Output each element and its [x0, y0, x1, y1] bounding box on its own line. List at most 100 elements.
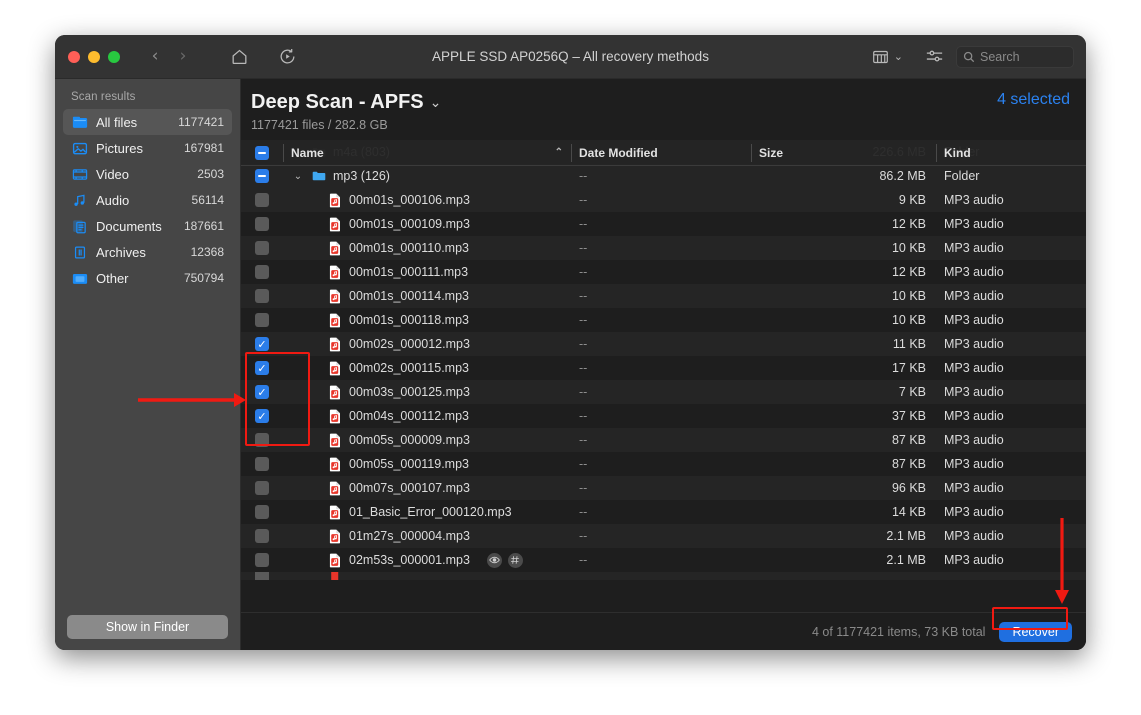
row-name: 00m03s_000125.mp3 — [349, 385, 470, 399]
checkbox-icon[interactable] — [255, 193, 269, 207]
chevron-left-icon: ‹ — [151, 46, 159, 66]
table-row[interactable]: ✓ 00m04s_000112.mp3 -- 37 KB MP3 audio — [241, 404, 1086, 428]
select-all-checkbox[interactable] — [241, 140, 283, 166]
row-date: -- — [579, 433, 588, 447]
chevron-down-icon: ⌄ — [429, 94, 442, 110]
checkbox-icon[interactable] — [255, 265, 269, 279]
checkbox-icon[interactable] — [255, 433, 269, 447]
sidebar-item-all-files[interactable]: All files 1177421 — [63, 109, 232, 135]
hash-icon[interactable] — [507, 552, 523, 568]
checkbox-mixed-icon[interactable] — [255, 145, 269, 160]
column-header-name[interactable]: Name ⌃ — [283, 140, 571, 166]
rescan-button[interactable] — [272, 43, 302, 71]
row-checkbox[interactable] — [241, 308, 283, 332]
row-kind: MP3 audio — [944, 217, 1004, 231]
close-icon[interactable] — [68, 50, 80, 63]
row-checkbox[interactable] — [241, 572, 283, 580]
row-checkbox[interactable] — [241, 236, 283, 260]
row-checkbox[interactable] — [241, 260, 283, 284]
table-row[interactable]: ✓ 00m02s_000115.mp3 -- 17 KB MP3 audio — [241, 356, 1086, 380]
minimize-icon[interactable] — [88, 50, 100, 63]
checkbox-icon[interactable] — [255, 572, 269, 580]
checkbox-checked-icon[interactable]: ✓ — [255, 337, 269, 351]
column-header-date-modified[interactable]: Date Modified — [571, 140, 751, 166]
row-checkbox[interactable] — [241, 452, 283, 476]
view-mode-button[interactable]: ⌄ — [866, 49, 909, 65]
row-checkbox[interactable] — [241, 428, 283, 452]
checkbox-checked-icon[interactable]: ✓ — [255, 361, 269, 375]
checkbox-checked-icon[interactable]: ✓ — [255, 385, 269, 399]
mp3-file-icon — [328, 384, 342, 400]
table-row[interactable] — [241, 572, 1086, 580]
checkbox-icon[interactable] — [255, 457, 269, 471]
checkbox-icon[interactable] — [255, 241, 269, 255]
row-name-cell — [283, 572, 1086, 580]
row-checkbox[interactable] — [241, 476, 283, 500]
checkbox-icon[interactable] — [255, 217, 269, 231]
checkbox-checked-icon[interactable]: ✓ — [255, 409, 269, 423]
table-row[interactable]: 00m01s_000118.mp3 -- 10 KB MP3 audio — [241, 308, 1086, 332]
row-checkbox[interactable] — [241, 284, 283, 308]
row-name-cell: 00m01s_000109.mp3 — [283, 212, 571, 236]
table-row[interactable]: 01m27s_000004.mp3 -- 2.1 MB MP3 audio — [241, 524, 1086, 548]
sidebar-item-documents[interactable]: Documents 187661 — [63, 213, 232, 239]
table-row[interactable]: 00m05s_000009.mp3 -- 87 KB MP3 audio — [241, 428, 1086, 452]
back-button[interactable]: ‹ — [142, 44, 168, 70]
table-row[interactable]: 00m01s_000110.mp3 -- 10 KB MP3 audio — [241, 236, 1086, 260]
table-row[interactable]: 00m05s_000119.mp3 -- 87 KB MP3 audio — [241, 452, 1086, 476]
checkbox-mixed-icon[interactable] — [255, 169, 269, 183]
table-row[interactable]: 00m01s_000109.mp3 -- 12 KB MP3 audio — [241, 212, 1086, 236]
row-name-cell: 01m27s_000004.mp3 — [283, 524, 571, 548]
row-date: -- — [579, 529, 588, 543]
scan-title[interactable]: Deep Scan - APFS ⌄ — [251, 91, 441, 114]
checkbox-icon[interactable] — [255, 289, 269, 303]
table-row[interactable]: 01_Basic_Error_000120.mp3 -- 14 KB MP3 audi… — [241, 500, 1086, 524]
row-checkbox[interactable] — [241, 164, 283, 188]
sidebar-item-video[interactable]: Video 2503 — [63, 161, 232, 187]
row-checkbox[interactable] — [241, 524, 283, 548]
row-name: 00m01s_000110.mp3 — [349, 241, 469, 255]
column-header-label: Name — [291, 145, 324, 160]
checkbox-icon[interactable] — [255, 481, 269, 495]
table-row[interactable]: ✓ 00m03s_000125.mp3 -- 7 KB MP3 audio — [241, 380, 1086, 404]
sidebar-item-audio[interactable]: Audio 56114 — [63, 187, 232, 213]
sidebar-item-other[interactable]: Other 750794 — [63, 265, 232, 291]
row-kind: MP3 audio — [944, 193, 1004, 207]
row-checkbox[interactable] — [241, 500, 283, 524]
table-row[interactable]: 00m07s_000107.mp3 -- 96 KB MP3 audio — [241, 476, 1086, 500]
sidebar-item-pictures[interactable]: Pictures 167981 — [63, 135, 232, 161]
row-size: 87 KB — [891, 457, 926, 471]
table-row[interactable]: ⌄ mp3 (126) -- 86.2 MB Folder — [241, 164, 1086, 188]
filter-button[interactable] — [909, 48, 956, 65]
table-row[interactable]: 00m01s_000106.mp3 -- 9 KB MP3 audio — [241, 188, 1086, 212]
checkbox-icon[interactable] — [255, 529, 269, 543]
column-header-kind[interactable]: Kind — [936, 140, 1086, 166]
checkbox-icon[interactable] — [255, 505, 269, 519]
table-row[interactable]: 02m53s_000001.mp3 -- 2.1 MB MP3 audio — [241, 548, 1086, 572]
row-date: -- — [579, 361, 588, 375]
view-grid-icon — [872, 50, 888, 63]
recover-button[interactable]: Recover — [999, 621, 1072, 642]
zoom-icon[interactable] — [108, 50, 120, 63]
row-checkbox[interactable]: ✓ — [241, 332, 283, 356]
column-header-size[interactable]: Size — [751, 140, 936, 166]
sidebar-item-count: 167981 — [183, 141, 224, 155]
row-size: 2.1 MB — [886, 553, 926, 567]
row-checkbox[interactable]: ✓ — [241, 356, 283, 380]
row-checkbox[interactable] — [241, 188, 283, 212]
home-button[interactable] — [224, 43, 254, 71]
checkbox-icon[interactable] — [255, 313, 269, 327]
row-checkbox[interactable] — [241, 212, 283, 236]
search-field[interactable]: Search — [956, 45, 1074, 68]
table-row[interactable]: ✓ 00m02s_000012.mp3 -- 11 KB MP3 audio — [241, 332, 1086, 356]
forward-button[interactable]: › — [170, 44, 196, 70]
checkbox-icon[interactable] — [255, 553, 269, 567]
chevron-down-icon[interactable]: ⌄ — [291, 171, 305, 182]
table-row[interactable]: 00m01s_000114.mp3 -- 10 KB MP3 audio — [241, 284, 1086, 308]
video-icon — [71, 166, 88, 183]
table-row[interactable]: 00m01s_000111.mp3 -- 12 KB MP3 audio — [241, 260, 1086, 284]
eye-icon[interactable] — [486, 552, 502, 568]
show-in-finder-button[interactable]: Show in Finder — [67, 615, 228, 639]
sidebar-item-archives[interactable]: Archives 12368 — [63, 239, 232, 265]
row-checkbox[interactable] — [241, 548, 283, 572]
